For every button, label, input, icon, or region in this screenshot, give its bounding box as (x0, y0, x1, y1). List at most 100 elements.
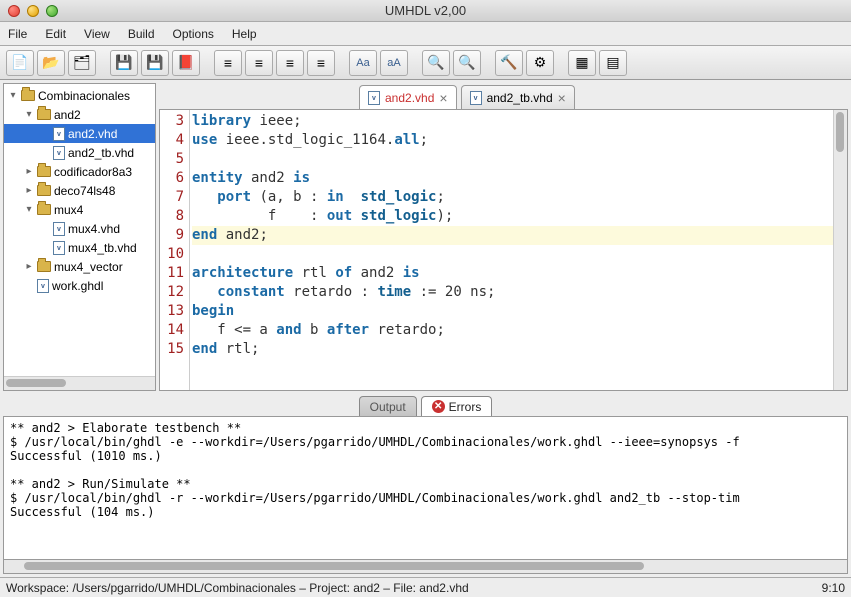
menu-file[interactable]: File (8, 27, 27, 41)
new-file-icon[interactable]: 📄 (6, 50, 34, 76)
font-small-icon[interactable]: Aa (349, 50, 377, 76)
tree-label: and2_tb.vhd (68, 146, 134, 160)
code-line-13[interactable]: begin (192, 302, 833, 321)
tree-label: codificador8a3 (54, 165, 132, 179)
tree-item-combinacionales[interactable]: ▾Combinacionales (4, 86, 155, 105)
output-tab-output[interactable]: Output (359, 396, 417, 416)
code-line-10[interactable] (192, 245, 833, 264)
code-line-3[interactable]: library ieee; (192, 112, 833, 131)
code-editor[interactable]: 3456789101112131415 library ieee;use iee… (159, 109, 848, 391)
vhd-file-icon (53, 222, 65, 236)
status-right: 9:10 (822, 581, 845, 595)
output-tab-errors[interactable]: ✕ Errors (421, 396, 493, 416)
code-line-11[interactable]: architecture rtl of and2 is (192, 264, 833, 283)
font-large-icon[interactable]: aA (380, 50, 408, 76)
vhd-file-icon (37, 279, 49, 293)
zoom-in-icon[interactable]: 🔍 (422, 50, 450, 76)
project-sidebar: ▾Combinacionales▾and2 and2.vhd and2_tb.vhd… (3, 83, 156, 391)
code-line-7[interactable]: port (a, b : in std_logic; (192, 188, 833, 207)
pdf-icon[interactable]: 📕 (172, 50, 200, 76)
sidebar-hscroll[interactable] (4, 376, 155, 390)
align-icon[interactable]: ≡ (307, 50, 335, 76)
tree-item-mux4_tb-vhd[interactable]: mux4_tb.vhd (4, 238, 155, 257)
code-line-14[interactable]: f <= a and b after retardo; (192, 321, 833, 340)
editor-tabs: and2.vhd × and2_tb.vhd × (159, 83, 848, 109)
menubar: File Edit View Build Options Help (0, 22, 851, 46)
folder-icon (21, 90, 35, 101)
folder-icon (37, 204, 51, 215)
vhd-file-icon (53, 127, 65, 141)
vhd-file-icon (53, 241, 65, 255)
console-output[interactable]: ** and2 > Elaborate testbench ** $ /usr/… (3, 416, 848, 560)
tree-label: mux4_tb.vhd (68, 241, 137, 255)
hammer-icon[interactable]: 🔨 (495, 50, 523, 76)
status-left: Workspace: /Users/pgarrido/UMHDL/Combina… (6, 581, 469, 595)
tree-item-codificador8a3[interactable]: ▸codificador8a3 (4, 162, 155, 181)
folder-icon (37, 261, 51, 272)
open-icon[interactable]: 📂 (37, 50, 65, 76)
code-line-4[interactable]: use ieee.std_logic_1164.all; (192, 131, 833, 150)
indent-right-icon[interactable]: ≡ (245, 50, 273, 76)
tab-label: and2.vhd (385, 91, 434, 105)
chip-icon[interactable]: ▦ (568, 50, 596, 76)
vhd-file-icon (368, 91, 380, 105)
menu-options[interactable]: Options (173, 27, 214, 41)
tree-item-deco74ls48[interactable]: ▸deco74ls48 (4, 181, 155, 200)
folder-icon (37, 185, 51, 196)
status-bar: Workspace: /Users/pgarrido/UMHDL/Combina… (0, 577, 851, 597)
code-line-15[interactable]: end rtl; (192, 340, 833, 359)
folder-icon (37, 166, 51, 177)
project-tree[interactable]: ▾Combinacionales▾and2 and2.vhd and2_tb.vhd… (4, 84, 155, 376)
tree-item-and2-vhd[interactable]: and2.vhd (4, 124, 155, 143)
tab-close-icon[interactable]: × (558, 90, 566, 106)
code-line-8[interactable]: f : out std_logic); (192, 207, 833, 226)
tree-label: mux4.vhd (68, 222, 120, 236)
tab-and2_tb-vhd[interactable]: and2_tb.vhd × (461, 85, 575, 109)
code-line-6[interactable]: entity and2 is (192, 169, 833, 188)
tree-label: mux4_vector (54, 260, 123, 274)
window-title: UMHDL v2,00 (0, 3, 851, 18)
tab-label: Errors (449, 400, 482, 414)
menu-build[interactable]: Build (128, 27, 155, 41)
code-line-12[interactable]: constant retardo : time := 20 ns; (192, 283, 833, 302)
output-tabs: Output ✕ Errors (3, 394, 848, 416)
titlebar: UMHDL v2,00 (0, 0, 851, 22)
toolbar: 📄📂🗂💾💾📕≡≡≡≡AaaA🔍🔍🔨⚙▦▤ (0, 46, 851, 80)
menu-help[interactable]: Help (232, 27, 257, 41)
vhd-file-icon (53, 146, 65, 160)
tree-label: mux4 (54, 203, 83, 217)
open-folder-icon[interactable]: 🗂 (68, 50, 96, 76)
tree-label: Combinacionales (38, 89, 130, 103)
code-line-5[interactable] (192, 150, 833, 169)
tree-label: work.ghdl (52, 279, 103, 293)
tree-item-work-ghdl[interactable]: work.ghdl (4, 276, 155, 295)
tree-label: and2.vhd (68, 127, 117, 141)
indent-left-icon[interactable]: ≡ (214, 50, 242, 76)
error-icon: ✕ (432, 400, 445, 413)
code-area[interactable]: library ieee;use ieee.std_logic_1164.all… (190, 110, 833, 390)
save-all-icon[interactable]: 💾 (141, 50, 169, 76)
tree-item-mux4_vector[interactable]: ▸mux4_vector (4, 257, 155, 276)
folder-icon (37, 109, 51, 120)
tab-close-icon[interactable]: × (439, 90, 447, 106)
unindent-icon[interactable]: ≡ (276, 50, 304, 76)
vhd-file-icon (470, 91, 482, 105)
tree-item-mux4-vhd[interactable]: mux4.vhd (4, 219, 155, 238)
menu-view[interactable]: View (84, 27, 110, 41)
tab-label: and2_tb.vhd (487, 91, 553, 105)
console-hscroll[interactable] (3, 560, 848, 574)
menu-edit[interactable]: Edit (45, 27, 66, 41)
save-icon[interactable]: 💾 (110, 50, 138, 76)
tree-item-and2_tb-vhd[interactable]: and2_tb.vhd (4, 143, 155, 162)
gear-icon[interactable]: ⚙ (526, 50, 554, 76)
tab-and2-vhd[interactable]: and2.vhd × (359, 85, 457, 109)
waveform-icon[interactable]: ▤ (599, 50, 627, 76)
tree-item-and2[interactable]: ▾and2 (4, 105, 155, 124)
tree-item-mux4[interactable]: ▾mux4 (4, 200, 155, 219)
tree-label: deco74ls48 (54, 184, 115, 198)
editor-vscroll[interactable] (833, 110, 847, 390)
line-gutter: 3456789101112131415 (160, 110, 190, 390)
tree-label: and2 (54, 108, 81, 122)
zoom-out-icon[interactable]: 🔍 (453, 50, 481, 76)
code-line-9[interactable]: end and2; (192, 226, 833, 245)
